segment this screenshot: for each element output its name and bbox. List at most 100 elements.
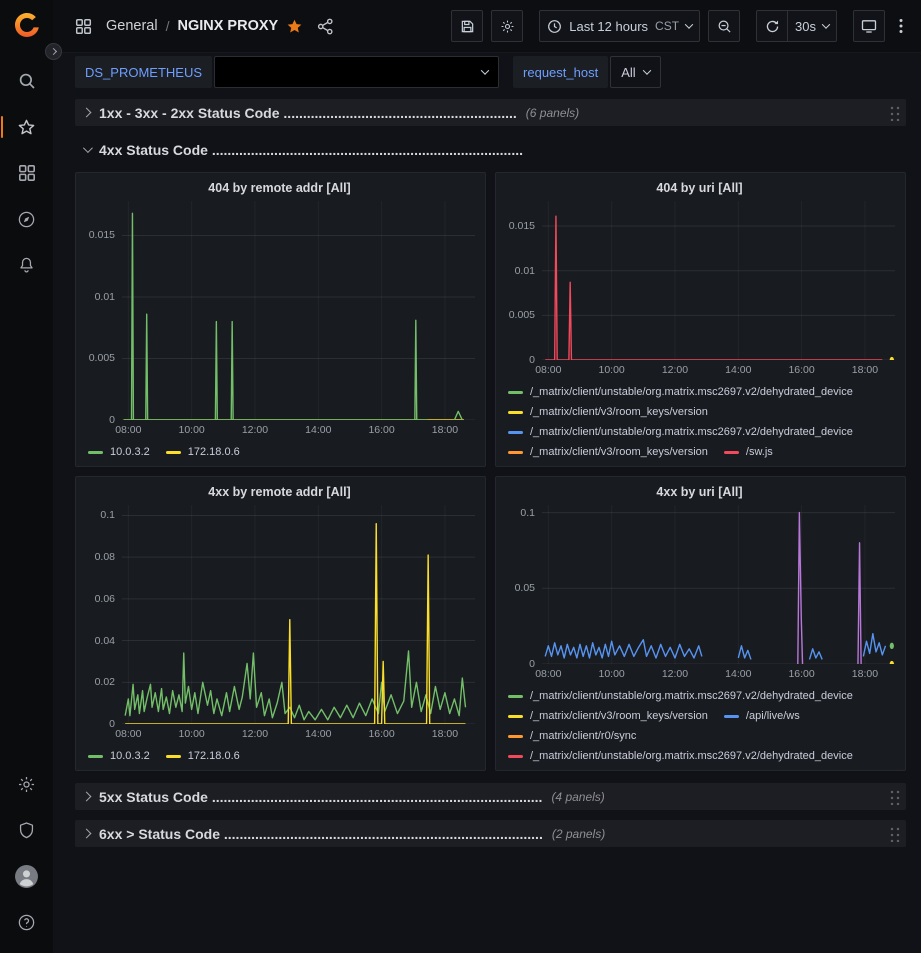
chart-plot[interactable]: [542, 201, 895, 360]
x-axis: 08:0010:0012:0014:0016:0018:00: [542, 664, 895, 682]
row-title: 6xx > Status Code ......................…: [99, 826, 543, 842]
bell-icon: [17, 256, 36, 275]
row-5xx[interactable]: 5xx Status Code ........................…: [75, 783, 906, 810]
chart-plot[interactable]: [542, 505, 895, 664]
zoom-out-button[interactable]: [708, 10, 740, 42]
chevron-right-icon: [82, 108, 92, 118]
sidebar-item-server-admin[interactable]: [0, 807, 53, 853]
refresh-icon: [765, 19, 780, 34]
legend-item[interactable]: 10.0.3.2: [88, 746, 150, 766]
refresh-interval-select[interactable]: 30s: [788, 10, 837, 42]
legend-item[interactable]: 172.18.0.6: [166, 442, 240, 462]
legend: /_matrix/client/unstable/org.matrix.msc2…: [504, 682, 895, 766]
chart-plot[interactable]: [122, 505, 475, 724]
refresh-button[interactable]: [756, 10, 788, 42]
redacted-value: [225, 59, 474, 85]
row-1xx-3xx-2xx[interactable]: 1xx - 3xx - 2xx Status Code ............…: [75, 99, 906, 126]
legend-item[interactable]: /_matrix/client/v3/room_keys/version: [508, 442, 708, 462]
chevron-down-icon: [822, 20, 830, 28]
datasource-select[interactable]: [214, 56, 499, 88]
panel-title[interactable]: 404 by remote addr [All]: [84, 181, 475, 195]
legend-item[interactable]: /_matrix/client/v3/room_keys/version: [508, 706, 708, 726]
legend-label: /_matrix/client/v3/room_keys/version: [530, 710, 708, 722]
x-tick-label: 12:00: [242, 424, 268, 436]
sidebar-item-alerting[interactable]: [0, 242, 53, 288]
more-options-button[interactable]: [895, 14, 907, 38]
legend-item[interactable]: /_matrix/client/r0/sync: [508, 726, 636, 746]
y-axis: 00.050.1: [504, 505, 542, 664]
panel-title[interactable]: 4xx by uri [All]: [504, 485, 895, 499]
sidebar-expand-button[interactable]: [45, 43, 62, 60]
y-tick-label: 0.005: [89, 352, 115, 364]
grafana-logo[interactable]: [12, 10, 42, 40]
legend-swatch: [88, 755, 103, 758]
chevron-right-icon: [82, 829, 92, 839]
panel-title[interactable]: 404 by uri [All]: [504, 181, 895, 195]
legend-item[interactable]: /sw.js: [724, 442, 773, 462]
row-4xx[interactable]: 4xx Status Code ........................…: [75, 136, 906, 163]
legend-label: /api/live/ws: [746, 710, 800, 722]
row-panel-count: (6 panels): [526, 106, 579, 120]
variable-label-datasource: DS_PROMETHEUS: [75, 56, 212, 88]
sidebar-item-configuration[interactable]: [0, 761, 53, 807]
legend-item[interactable]: 172.18.0.6: [166, 746, 240, 766]
sidebar: [0, 0, 53, 953]
x-tick-label: 12:00: [242, 728, 268, 740]
legend-item[interactable]: /_matrix/client/unstable/org.matrix.msc2…: [508, 746, 853, 766]
legend-label: /_matrix/client/v3/room_keys/version: [530, 406, 708, 418]
row-6xx[interactable]: 6xx > Status Code ......................…: [75, 820, 906, 847]
legend-label: /_matrix/client/unstable/org.matrix.msc2…: [530, 386, 853, 398]
request-host-select[interactable]: All: [610, 56, 660, 88]
legend-label: /_matrix/client/r0/sync: [530, 730, 636, 742]
share-button[interactable]: [313, 14, 338, 39]
nav-actions: Last 12 hours CST: [443, 10, 907, 42]
y-axis: 00.0050.010.015: [504, 201, 542, 360]
breadcrumb-section[interactable]: General: [106, 18, 158, 34]
breadcrumb-dashboard-title[interactable]: NGINX PROXY: [177, 18, 278, 34]
zoom-out-icon: [717, 19, 732, 34]
search-icon: [18, 72, 36, 90]
row-drag-handle[interactable]: [888, 825, 900, 842]
monitor-icon: [861, 18, 877, 34]
legend-item[interactable]: 10.0.3.2: [88, 442, 150, 462]
y-tick-label: 0.01: [515, 265, 535, 277]
row-drag-handle[interactable]: [888, 788, 900, 805]
sidebar-item-help[interactable]: [0, 899, 53, 945]
row-drag-handle[interactable]: [888, 104, 900, 121]
kebab-menu-icon: [899, 18, 903, 34]
x-tick-label: 14:00: [725, 364, 751, 376]
x-axis: 08:0010:0012:0014:0016:0018:00: [122, 724, 475, 742]
legend-item[interactable]: /api/live/ws: [724, 706, 800, 726]
legend-label: /_matrix/client/unstable/org.matrix.msc2…: [530, 426, 853, 438]
y-tick-label: 0.02: [95, 676, 115, 688]
clock-icon: [547, 19, 562, 34]
y-tick-label: 0.1: [100, 509, 115, 521]
legend-item[interactable]: /_matrix/client/v3/room_keys/version: [508, 402, 708, 422]
favorite-star-button[interactable]: [282, 14, 307, 39]
time-range-picker[interactable]: Last 12 hours CST: [539, 10, 700, 42]
panel-title[interactable]: 4xx by remote addr [All]: [84, 485, 475, 499]
legend-item[interactable]: /_matrix/client/unstable/org.matrix.msc2…: [508, 382, 853, 402]
x-tick-label: 14:00: [305, 424, 331, 436]
dashboard-settings-button[interactable]: [491, 10, 523, 42]
sidebar-item-explore[interactable]: [0, 196, 53, 242]
sidebar-item-starred[interactable]: [0, 104, 53, 150]
sidebar-item-dashboards[interactable]: [0, 150, 53, 196]
chevron-right-icon: [50, 48, 57, 55]
x-tick-label: 16:00: [368, 424, 394, 436]
tv-mode-button[interactable]: [853, 10, 885, 42]
sidebar-item-profile[interactable]: [0, 853, 53, 899]
legend-item[interactable]: /_matrix/client/unstable/org.matrix.msc2…: [508, 686, 853, 706]
apps-grid-icon[interactable]: [71, 14, 96, 39]
chevron-right-icon: [82, 792, 92, 802]
legend-item[interactable]: /_matrix/client/unstable/org.matrix.msc2…: [508, 422, 853, 442]
chart-plot[interactable]: [122, 201, 475, 420]
avatar: [14, 864, 39, 889]
y-tick-label: 0.06: [95, 593, 115, 605]
sidebar-item-search[interactable]: [0, 58, 53, 104]
dashboard-content: 1xx - 3xx - 2xx Status Code ............…: [53, 91, 921, 953]
legend-swatch: [166, 755, 181, 758]
x-tick-label: 12:00: [662, 668, 688, 680]
legend-swatch: [508, 391, 523, 394]
save-dashboard-button[interactable]: [451, 10, 483, 42]
